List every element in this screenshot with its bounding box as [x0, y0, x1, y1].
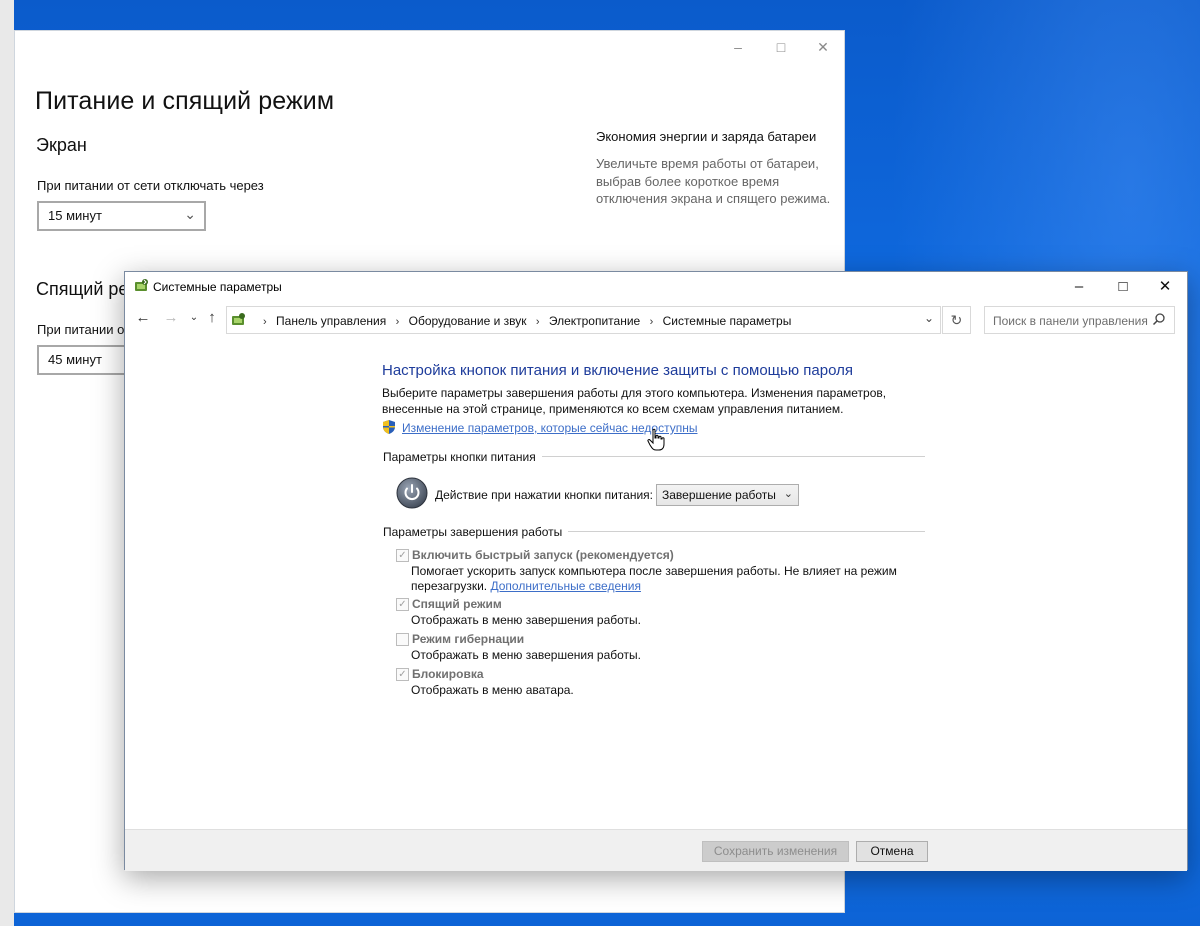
breadcrumb-separator-icon: › [535, 316, 540, 328]
power-options-icon [135, 279, 148, 291]
sleep-checkbox[interactable]: ✓ [396, 598, 409, 611]
maximize-button[interactable]: □ [1101, 272, 1145, 302]
up-arrow-icon[interactable]: ↑ [203, 309, 221, 326]
power-action-label: Действие при нажатии кнопки питания: [435, 488, 654, 502]
screen-timeout-dropdown[interactable]: 15 минут ⌄ [37, 201, 206, 231]
more-info-link[interactable]: Дополнительные сведения [490, 579, 640, 593]
hibernate-checkbox[interactable] [396, 633, 409, 646]
breadcrumb: › Панель управления › Оборудование и зву… [263, 314, 791, 328]
power-action-value: Завершение работы [662, 488, 776, 502]
screen-section-header: Экран [36, 135, 87, 155]
sleep-section-header: Спящий ре [36, 279, 129, 299]
uac-shield-icon [383, 420, 395, 434]
fast-startup-description-line: перезагрузки. Дополнительные сведения [411, 579, 897, 594]
window-title: Системные параметры [153, 280, 282, 294]
breadcrumb-control-panel[interactable]: Панель управления [276, 314, 386, 328]
chevron-down-icon: ⌄ [184, 206, 196, 222]
power-button-icon [396, 477, 428, 509]
hibernate-description: Отображать в меню завершения работы. [411, 648, 642, 662]
address-history-chevron-icon[interactable]: ⌄ [924, 311, 934, 325]
search-icon[interactable] [1152, 312, 1166, 326]
sleep-timeout-value: 45 минут [48, 352, 102, 367]
screen-timeout-label: При питании от сети отключать через [37, 178, 264, 193]
back-arrow-icon[interactable]: ← [134, 309, 152, 326]
aside-text: Увеличьте время работы от батареи, выбра… [596, 156, 831, 206]
footer-bar: Сохранить изменения Отмена [125, 829, 1187, 871]
forward-arrow-icon[interactable]: → [162, 309, 180, 326]
cancel-button[interactable]: Отмена [856, 841, 928, 862]
background-window-edge [0, 0, 14, 926]
refresh-icon[interactable]: ↻ [942, 306, 971, 334]
fast-startup-description-tail: перезагрузки. [411, 579, 488, 593]
close-button[interactable]: ✕ [1143, 272, 1187, 302]
lock-checkbox[interactable]: ✓ [396, 668, 409, 681]
control-panel-icon [232, 313, 245, 325]
page-heading: Настройка кнопок питания и включение защ… [382, 362, 853, 379]
control-panel-window: Системные параметры – □ ✕ ← → ⌄ ↑ › Пане… [124, 271, 1188, 871]
close-icon[interactable]: ✕ [813, 39, 833, 56]
minimize-icon[interactable]: – [728, 39, 748, 55]
breadcrumb-hardware-sound[interactable]: Оборудование и звук [409, 314, 527, 328]
fast-startup-label: Включить быстрый запуск (рекомендуется) [412, 548, 674, 562]
breadcrumb-separator-icon: › [395, 316, 400, 328]
fast-startup-description-line: Помогает ускорить запуск компьютера посл… [411, 564, 897, 578]
fast-startup-checkbox[interactable]: ✓ [396, 549, 409, 562]
aside-title: Экономия энергии и заряда батареи [596, 129, 817, 144]
minimize-button[interactable]: – [1057, 272, 1101, 302]
hand-cursor-icon [647, 428, 665, 451]
page-description: Выберите параметры завершения работы для… [382, 386, 887, 416]
lock-description: Отображать в меню аватара. [411, 683, 574, 697]
address-bar[interactable]: › Панель управления › Оборудование и зву… [226, 306, 941, 334]
lock-label: Блокировка [412, 667, 484, 681]
shutdown-section-header: Параметры завершения работы [383, 525, 569, 539]
breadcrumb-system-settings[interactable]: Системные параметры [663, 314, 792, 328]
search-box[interactable]: Поиск в панели управления [984, 306, 1175, 334]
recent-locations-chevron-icon[interactable]: ⌄ [185, 312, 203, 323]
power-action-dropdown[interactable]: Завершение работы ⌄ [656, 484, 799, 506]
search-input[interactable]: Поиск в панели управления [993, 314, 1148, 328]
page-title: Питание и спящий режим [35, 87, 335, 115]
breadcrumb-separator-icon: › [649, 316, 654, 328]
breadcrumb-separator-icon: › [263, 316, 267, 328]
sleep-label: Спящий режим [412, 597, 502, 611]
sleep-timeout-label: При питании о [37, 322, 125, 337]
save-changes-button[interactable]: Сохранить изменения [702, 841, 849, 862]
title-bar[interactable]: Системные параметры – □ ✕ [125, 272, 1187, 302]
power-button-section-header: Параметры кнопки питания [383, 450, 542, 464]
hibernate-label: Режим гибернации [412, 632, 525, 646]
breadcrumb-power-options[interactable]: Электропитание [549, 314, 640, 328]
fast-startup-description: Помогает ускорить запуск компьютера посл… [411, 564, 897, 594]
screen-timeout-value: 15 минут [48, 208, 102, 223]
chevron-down-icon: ⌄ [783, 488, 793, 500]
maximize-icon[interactable]: □ [771, 39, 791, 55]
sleep-description: Отображать в меню завершения работы. [411, 613, 642, 627]
